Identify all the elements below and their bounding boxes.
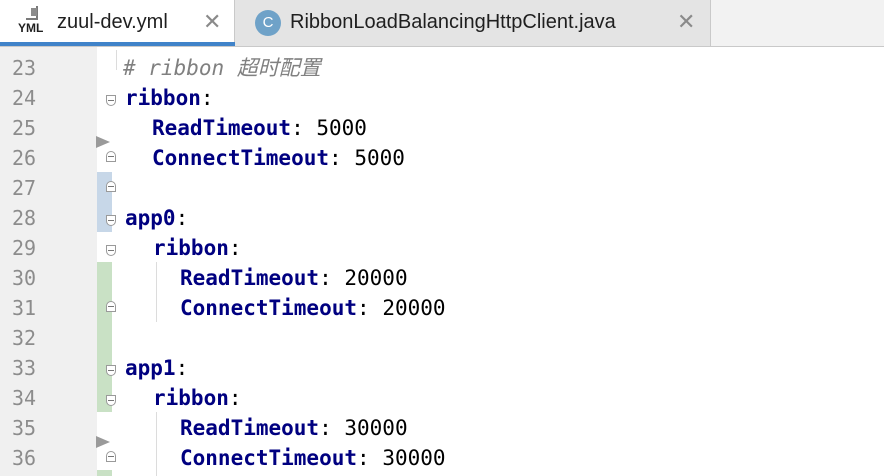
- code-line[interactable]: ConnectTimeout: 30000: [180, 443, 446, 473]
- line-number: 34: [12, 386, 37, 410]
- yaml-separator: :: [319, 266, 345, 290]
- code-line-comment[interactable]: # ribbon 超时配置: [123, 53, 321, 83]
- yaml-separator: :: [228, 386, 242, 410]
- tab-label: RibbonLoadBalancingHttpClient.java: [290, 11, 616, 33]
- indent-guide: [156, 262, 157, 322]
- yaml-separator: :: [200, 86, 214, 110]
- fold-open-icon[interactable]: [106, 95, 116, 106]
- indent-guide: [156, 412, 157, 476]
- yaml-comment: # ribbon 超时配置: [123, 56, 321, 80]
- yaml-key: app1: [125, 356, 176, 380]
- added-lines-marker[interactable]: [97, 470, 112, 476]
- yaml-key: ribbon: [125, 86, 201, 110]
- code-line[interactable]: app0:: [125, 203, 188, 233]
- code-line[interactable]: ribbon:: [125, 83, 214, 113]
- yaml-key: ribbon: [153, 386, 229, 410]
- code-line[interactable]: ReadTimeout: 20000: [180, 263, 408, 293]
- yaml-value: 20000: [344, 266, 408, 290]
- line-number: 26: [12, 146, 37, 170]
- close-icon[interactable]: ✕: [203, 9, 221, 35]
- yaml-key: app0: [125, 206, 176, 230]
- tab-ribbon-client-java[interactable]: C RibbonLoadBalancingHttpClient.java ✕: [235, 0, 711, 46]
- line-number: 30: [12, 266, 37, 290]
- line-number: 35: [12, 416, 37, 440]
- yaml-separator: :: [291, 116, 317, 140]
- code-line[interactable]: ConnectTimeout: 20000: [180, 293, 446, 323]
- yaml-separator: :: [319, 416, 345, 440]
- yaml-key: ReadTimeout: [152, 116, 292, 140]
- yaml-separator: :: [329, 146, 355, 170]
- fold-close-icon[interactable]: [106, 181, 116, 192]
- close-icon[interactable]: ✕: [677, 9, 695, 35]
- yaml-separator: :: [228, 236, 242, 260]
- line-number: 31: [12, 296, 37, 320]
- yml-file-icon: YML: [18, 6, 50, 38]
- added-lines-marker[interactable]: [97, 262, 112, 412]
- fold-open-icon[interactable]: [106, 245, 116, 256]
- indent-guide: [116, 50, 117, 70]
- line-number: 25: [12, 116, 37, 140]
- yaml-key: ConnectTimeout: [152, 146, 330, 170]
- fold-close-icon[interactable]: [106, 301, 116, 312]
- yaml-separator: :: [357, 296, 383, 320]
- line-number: 27: [12, 176, 37, 200]
- yaml-value: 20000: [382, 296, 446, 320]
- code-line[interactable]: app1:: [125, 353, 188, 383]
- yaml-value: 5000: [354, 146, 405, 170]
- tab-label: zuul-dev.yml: [57, 11, 168, 33]
- line-number: 36: [12, 446, 37, 470]
- line-number: 29: [12, 236, 37, 260]
- editor-tab-bar: YML zuul-dev.yml ✕ C RibbonLoadBalancing…: [0, 0, 884, 47]
- fold-open-icon[interactable]: [106, 215, 116, 226]
- fold-close-icon[interactable]: [106, 151, 116, 162]
- yaml-separator: :: [175, 356, 189, 380]
- line-number: 23: [12, 56, 37, 80]
- yaml-value: 30000: [344, 416, 408, 440]
- java-class-icon: C: [255, 10, 281, 36]
- code-line[interactable]: ribbon:: [153, 233, 242, 263]
- code-line[interactable]: ConnectTimeout: 5000: [152, 143, 405, 173]
- yaml-value: 5000: [316, 116, 367, 140]
- gutter-arrow-icon[interactable]: [96, 136, 110, 148]
- code-line[interactable]: ReadTimeout: 30000: [180, 413, 408, 443]
- yaml-separator: :: [175, 206, 189, 230]
- line-number: 28: [12, 206, 37, 230]
- line-number: 24: [12, 86, 37, 110]
- yaml-key: ReadTimeout: [180, 416, 320, 440]
- yaml-key: ConnectTimeout: [180, 296, 358, 320]
- yaml-separator: :: [357, 446, 383, 470]
- gutter-arrow-icon[interactable]: [96, 436, 110, 448]
- line-number: 32: [12, 326, 37, 350]
- fold-open-icon[interactable]: [106, 395, 116, 406]
- active-tab-indicator: [0, 42, 235, 46]
- code-line[interactable]: ReadTimeout: 5000: [152, 113, 367, 143]
- fold-open-icon[interactable]: [106, 365, 116, 376]
- yaml-key: ReadTimeout: [180, 266, 320, 290]
- yaml-key: ConnectTimeout: [180, 446, 358, 470]
- line-number: 33: [12, 356, 37, 380]
- code-line[interactable]: ribbon:: [153, 383, 242, 413]
- fold-close-icon[interactable]: [106, 451, 116, 462]
- yaml-value: 30000: [382, 446, 446, 470]
- yaml-key: ribbon: [153, 236, 229, 260]
- tab-zuul-dev-yml[interactable]: YML zuul-dev.yml ✕: [0, 0, 235, 46]
